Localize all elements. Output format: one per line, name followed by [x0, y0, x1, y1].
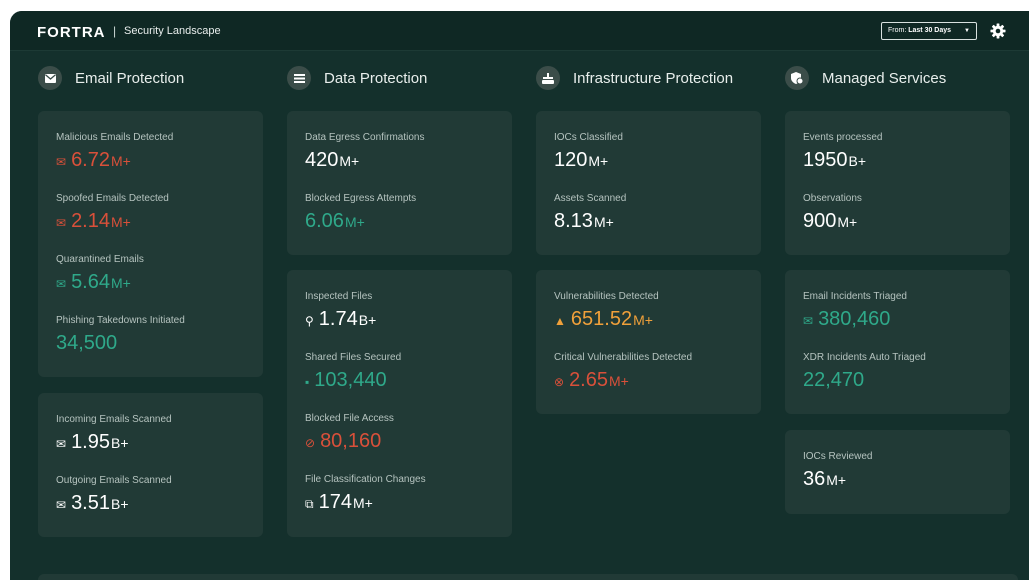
stat-label: Quarantined Emails — [56, 254, 144, 265]
stat-value: ✉ 6.72 M+ — [56, 149, 131, 171]
stat-label: XDR Incidents Auto Triaged — [803, 352, 926, 363]
section-title: Email Protection — [75, 70, 185, 87]
stat-label: Events processed — [803, 132, 883, 143]
stat-value: ▲ 651.52 M+ — [554, 308, 653, 330]
stat-value: ✉ 3.51 B+ — [56, 492, 129, 514]
section-title: Data Protection — [324, 70, 428, 87]
date-range-dropdown[interactable]: From: Last 30 Days ▼ — [881, 22, 977, 40]
gear-icon[interactable] — [989, 22, 1007, 40]
date-range-value: Last 30 Days — [908, 27, 952, 34]
stat-value: ▪ 103,440 — [305, 369, 387, 391]
stat-label: Malicious Emails Detected — [56, 132, 174, 143]
stat-label: Email Incidents Triaged — [803, 291, 907, 302]
brand-logo: FORTRA — [37, 24, 106, 41]
stat-value: ✉ 380,460 — [803, 308, 891, 330]
warning-icon: ▲ — [554, 314, 566, 328]
infra-scans-card: IOCs Classified 120 M+ Assets Scanned 8.… — [536, 111, 761, 255]
stat-label: IOCs Reviewed — [803, 451, 873, 462]
dashboard-frame: FORTRA | Security Landscape From: Last 3… — [10, 11, 1029, 580]
stat-value: ⊘ 80,160 — [305, 430, 382, 452]
stat-value: 36 M+ — [803, 468, 847, 490]
blocked-icon: ⊘ — [305, 436, 316, 450]
stat-value: ⧉ 174 M+ — [305, 491, 373, 513]
stat-label: Blocked File Access — [305, 413, 394, 424]
stat-value: ⊗ 2.65 M+ — [554, 369, 629, 391]
stat-label: File Classification Changes — [305, 474, 426, 485]
brand-separator: | — [113, 24, 117, 38]
stat-value: 22,470 — [803, 369, 865, 391]
envelope-icon — [38, 66, 62, 90]
envelope-icon: ✉ — [56, 155, 67, 169]
stat-label: Phishing Takedowns Initiated — [56, 315, 185, 326]
stat-label: Vulnerabilities Detected — [554, 291, 659, 302]
section-title: Infrastructure Protection — [573, 70, 734, 87]
envelope-icon: ✉ — [56, 216, 67, 230]
stat-label: Incoming Emails Scanned — [56, 414, 172, 425]
bottom-panel — [38, 574, 1018, 580]
envelope-icon: ✉ — [56, 277, 67, 291]
stat-value: 120 M+ — [554, 149, 609, 171]
date-range-prefix: From: — [888, 27, 907, 34]
managed-iocs-card: IOCs Reviewed 36 M+ — [785, 430, 1010, 514]
stat-label: Observations — [803, 193, 862, 204]
stat-value: ⚲ 1.74 B+ — [305, 308, 377, 330]
list-icon — [287, 66, 311, 90]
stat-label: Critical Vulnerabilities Detected — [554, 352, 693, 363]
stat-value: 900 M+ — [803, 210, 858, 232]
stat-label: Blocked Egress Attempts — [305, 193, 417, 204]
search-icon: ⚲ — [305, 314, 314, 328]
error-icon: ⊗ — [554, 375, 565, 389]
envelope-icon: ✉ — [803, 314, 814, 328]
managed-incidents-card: Email Incidents Triaged ✉ 380,460 XDR In… — [785, 270, 1010, 414]
stat-label: IOCs Classified — [554, 132, 623, 143]
envelope-icon: ✉ — [56, 437, 67, 451]
stat-label: Assets Scanned — [554, 193, 627, 204]
envelope-icon: ✉ — [56, 498, 67, 512]
stat-label: Spoofed Emails Detected — [56, 193, 169, 204]
email-threats-card: Malicious Emails Detected ✉ 6.72 M+ Spoo… — [38, 111, 263, 377]
top-bar: FORTRA | Security Landscape From: Last 3… — [10, 11, 1029, 51]
infra-vulns-card: Vulnerabilities Detected ▲ 651.52 M+ Cri… — [536, 270, 761, 414]
stat-value: ✉ 5.64 M+ — [56, 271, 131, 293]
stat-value: ✉ 1.95 B+ — [56, 431, 129, 453]
stat-value: 34,500 — [56, 332, 118, 354]
stat-label: Inspected Files — [305, 291, 373, 302]
page-title: Security Landscape — [124, 25, 221, 37]
shield-gear-icon — [785, 66, 809, 90]
stat-label: Outgoing Emails Scanned — [56, 475, 172, 486]
stat-value: 420 M+ — [305, 149, 360, 171]
stat-value: ✉ 2.14 M+ — [56, 210, 131, 232]
stat-label: Shared Files Secured — [305, 352, 402, 363]
files-icon: ⧉ — [305, 497, 314, 511]
chevron-down-icon: ▼ — [964, 28, 970, 34]
stat-value: 6.06 M+ — [305, 210, 365, 232]
file-icon: ▪ — [305, 375, 310, 389]
stat-value: 1950 B+ — [803, 149, 867, 171]
managed-events-card: Events processed 1950 B+ Observations 90… — [785, 111, 1010, 255]
stat-value: 8.13 M+ — [554, 210, 614, 232]
stat-label: Data Egress Confirmations — [305, 132, 425, 143]
email-scanned-card: Incoming Emails Scanned ✉ 1.95 B+ Outgoi… — [38, 393, 263, 537]
data-files-card: Inspected Files ⚲ 1.74 B+ Shared Files S… — [287, 270, 512, 537]
data-egress-card: Data Egress Confirmations 420 M+ Blocked… — [287, 111, 512, 255]
server-icon — [536, 66, 560, 90]
section-title: Managed Services — [822, 70, 947, 87]
